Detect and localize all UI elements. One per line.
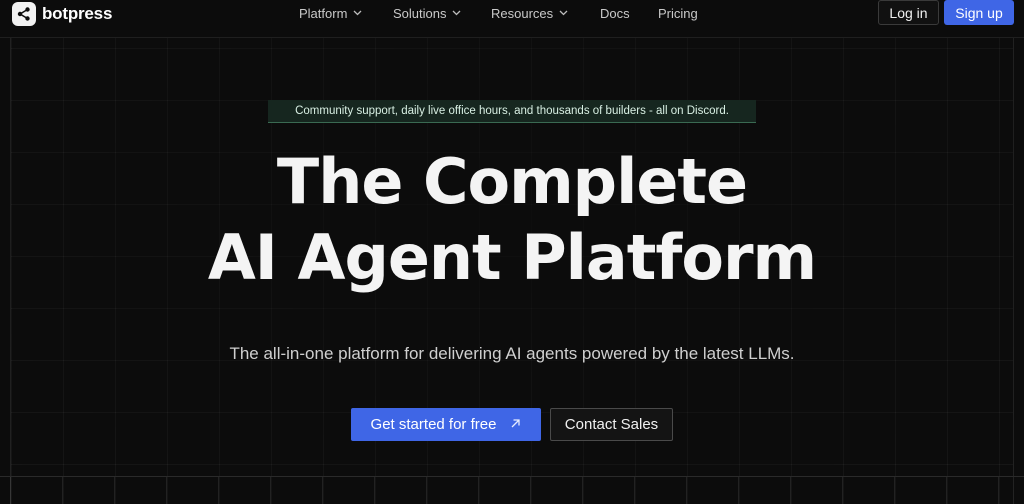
hero-headline: The Complete AI Agent Platform bbox=[0, 144, 1024, 296]
signup-button[interactable]: Sign up bbox=[944, 0, 1014, 25]
chevron-down-icon bbox=[452, 10, 461, 16]
contact-sales-button[interactable]: Contact Sales bbox=[550, 408, 673, 441]
hero-section: Community support, daily live office hou… bbox=[0, 38, 1024, 504]
nav-item-label: Platform bbox=[299, 5, 348, 21]
headline-line-2: AI Agent Platform bbox=[207, 221, 817, 294]
chevron-down-icon bbox=[353, 10, 362, 16]
nav-item-platform[interactable]: Platform bbox=[299, 4, 362, 22]
get-started-button[interactable]: Get started for free bbox=[351, 408, 541, 441]
top-navbar: botpress Platform Solutions Resources Do… bbox=[0, 0, 1024, 38]
nav-item-label: Pricing bbox=[658, 5, 698, 21]
nav-item-resources[interactable]: Resources bbox=[491, 4, 568, 22]
headline-line-1: The Complete bbox=[276, 145, 748, 218]
nav-item-label: Docs bbox=[600, 5, 630, 21]
nav-item-label: Solutions bbox=[393, 5, 447, 21]
nav-item-docs[interactable]: Docs bbox=[600, 4, 630, 22]
chevron-down-icon bbox=[559, 10, 568, 16]
grid-background-lower bbox=[10, 477, 1014, 504]
get-started-label: Get started for free bbox=[370, 416, 497, 433]
nav-item-label: Resources bbox=[491, 5, 554, 21]
main-nav: Platform Solutions Resources Docs Pricin… bbox=[0, 0, 1024, 26]
nav-item-pricing[interactable]: Pricing bbox=[658, 4, 698, 22]
discord-community-badge[interactable]: Community support, daily live office hou… bbox=[268, 100, 756, 123]
hero-subtitle: The all-in-one platform for delivering A… bbox=[229, 344, 795, 363]
login-button[interactable]: Log in bbox=[878, 0, 939, 25]
arrow-up-right-icon bbox=[510, 416, 521, 433]
nav-item-solutions[interactable]: Solutions bbox=[393, 4, 461, 22]
